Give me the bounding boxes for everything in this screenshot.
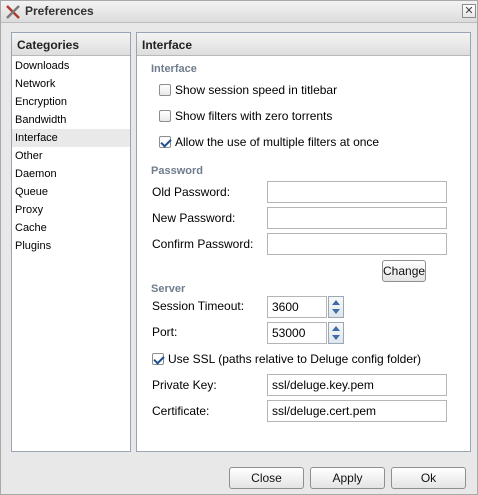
close-button[interactable]: Close [229, 467, 304, 489]
certificate-label: Certificate: [152, 404, 210, 418]
password-section-title: Password [151, 165, 203, 177]
show-session-speed-label: Show session speed in titlebar [175, 83, 338, 97]
title-bar[interactable]: Preferences ✕ [1, 1, 477, 23]
port-spin-buttons [328, 322, 344, 344]
arrow-down-icon[interactable] [329, 307, 343, 317]
session-timeout-label: Session Timeout: [152, 299, 245, 313]
category-network[interactable]: Network [12, 75, 130, 93]
category-encryption[interactable]: Encryption [12, 93, 130, 111]
old-password-label: Old Password: [152, 185, 231, 199]
category-queue[interactable]: Queue [12, 183, 130, 201]
multiple-filters-checkbox[interactable] [159, 136, 171, 148]
arrow-up-icon[interactable] [329, 297, 343, 307]
show-zero-filters-label: Show filters with zero torrents [175, 109, 333, 123]
category-daemon[interactable]: Daemon [12, 165, 130, 183]
multiple-filters-label: Allow the use of multiple filters at onc… [175, 135, 380, 149]
window-title: Preferences [25, 4, 94, 18]
interface-section-title: Interface [151, 63, 197, 75]
port-input[interactable]: 53000 [267, 322, 327, 344]
category-cache[interactable]: Cache [12, 219, 130, 237]
old-password-input[interactable] [267, 181, 447, 203]
private-key-label: Private Key: [152, 378, 217, 392]
session-timeout-spinner: 3600 [267, 296, 347, 318]
change-password-button[interactable]: Change [382, 260, 426, 282]
session-timeout-spin-buttons [328, 296, 344, 318]
crossed-tools-icon [6, 5, 20, 19]
category-bandwidth[interactable]: Bandwidth [12, 111, 130, 129]
show-session-speed-checkbox[interactable] [159, 84, 171, 96]
interface-panel: Interface Interface Show session speed i… [136, 32, 471, 452]
arrow-up-icon[interactable] [329, 323, 343, 333]
preferences-window: Preferences ✕ Categories Downloads Netwo… [0, 0, 478, 495]
category-downloads[interactable]: Downloads [12, 57, 130, 75]
port-spinner: 53000 [267, 322, 347, 344]
port-label: Port: [152, 325, 178, 339]
category-other[interactable]: Other [12, 147, 130, 165]
use-ssl-label: Use SSL (paths relative to Deluge config… [168, 352, 422, 366]
new-password-label: New Password: [152, 211, 236, 225]
category-proxy[interactable]: Proxy [12, 201, 130, 219]
use-ssl-checkbox[interactable] [152, 353, 164, 365]
categories-list: Downloads Network Encryption Bandwidth I… [12, 56, 130, 255]
certificate-input[interactable]: ssl/deluge.cert.pem [267, 400, 447, 422]
server-section-title: Server [151, 283, 186, 295]
confirm-password-label: Confirm Password: [152, 237, 254, 251]
panel-title: Interface [137, 33, 470, 56]
confirm-password-input[interactable] [267, 233, 447, 255]
category-interface[interactable]: Interface [12, 129, 130, 147]
arrow-down-icon[interactable] [329, 333, 343, 343]
close-icon[interactable]: ✕ [462, 4, 476, 18]
private-key-input[interactable]: ssl/deluge.key.pem [267, 374, 447, 396]
session-timeout-input[interactable]: 3600 [267, 296, 327, 318]
apply-button[interactable]: Apply [310, 467, 385, 489]
show-zero-filters-checkbox[interactable] [159, 110, 171, 122]
new-password-input[interactable] [267, 207, 447, 229]
ok-button[interactable]: Ok [391, 467, 466, 489]
categories-panel: Categories Downloads Network Encryption … [11, 32, 131, 452]
categories-header: Categories [12, 33, 130, 56]
category-plugins[interactable]: Plugins [12, 237, 130, 255]
